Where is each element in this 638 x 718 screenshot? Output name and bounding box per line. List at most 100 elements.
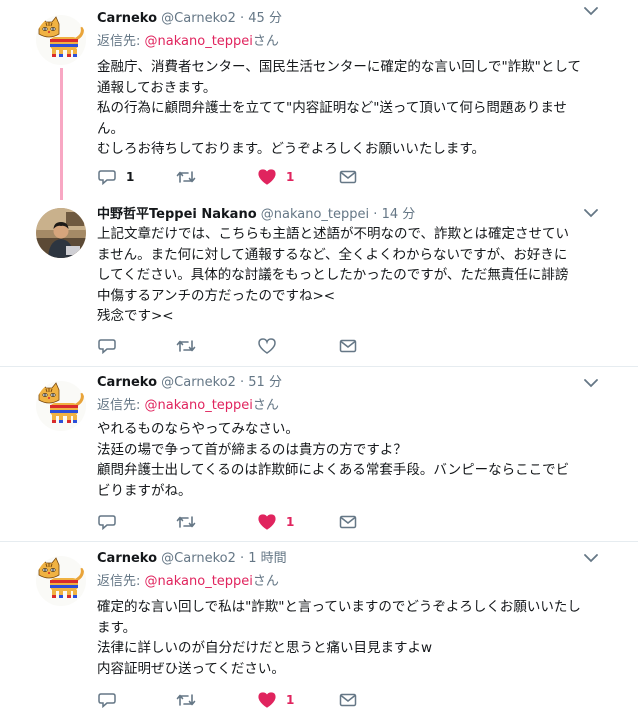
tweet-3[interactable]: Carneko @Carneko2 · 51 分 返信先: @nakano_te… xyxy=(0,367,638,541)
display-name[interactable]: Carneko xyxy=(97,551,157,566)
direct-message-button[interactable] xyxy=(339,512,357,532)
timestamp[interactable]: 51 分 xyxy=(248,375,282,390)
user-handle[interactable]: @Carneko2 xyxy=(161,375,236,390)
timestamp[interactable]: 14 分 xyxy=(382,207,416,222)
tweet-text-line: やれるものならやってみなさい。 xyxy=(97,421,299,437)
tweet-text-line: してください。具体的な討議をもっとしたかったのですが、ただ無責任に誹謗 xyxy=(97,267,569,283)
reply-to-prefix: 返信先: xyxy=(97,34,141,49)
tweet-text-line: 私の行為に顧問弁護士を立てて"内容証明など"送って頂いて何ら問題ありませ xyxy=(97,100,567,116)
separator-dot: · xyxy=(240,375,245,390)
reply-mention-link[interactable]: @nakano_teppei xyxy=(145,398,253,413)
user-handle[interactable]: @Carneko2 xyxy=(161,11,236,26)
like-count: 1 xyxy=(286,515,295,529)
like-button[interactable]: 1 xyxy=(258,690,294,710)
tweet-2[interactable]: 中野哲平Teppei Nakano @nakano_teppei · 14 分 … xyxy=(0,198,638,366)
tweet-header: Carneko @Carneko2 · 51 分 xyxy=(97,372,282,394)
reply-to-suffix: さん xyxy=(252,34,279,49)
user-handle[interactable]: @nakano_teppei xyxy=(261,207,369,222)
direct-message-button[interactable] xyxy=(339,167,357,187)
person-photo-avatar[interactable] xyxy=(36,208,86,258)
like-button[interactable] xyxy=(258,336,286,356)
reply-icon xyxy=(98,693,116,708)
tweet-text-line: 中傷するアンチの方だったのですね>< xyxy=(97,287,336,304)
tweet-actions xyxy=(98,336,458,356)
reply-icon xyxy=(98,170,116,185)
retweet-icon xyxy=(176,516,196,528)
user-handle[interactable]: @Carneko2 xyxy=(161,551,236,566)
reply-to-prefix: 返信先: xyxy=(97,398,141,413)
envelope-icon xyxy=(339,339,357,353)
conversation-timeline: Carneko @Carneko2 · 45 分 返信先: @nakano_te… xyxy=(0,0,638,718)
tweet-1[interactable]: Carneko @Carneko2 · 45 分 返信先: @nakano_te… xyxy=(0,0,638,200)
tweet-text-line: 法律に詳しいのが自分だけだと思うと痛い目見ますよw xyxy=(97,640,433,656)
display-name[interactable]: 中野哲平Teppei Nakano xyxy=(97,207,257,222)
retweet-button[interactable] xyxy=(176,512,206,532)
reply-to-suffix: さん xyxy=(252,574,279,589)
direct-message-button[interactable] xyxy=(339,690,357,710)
like-button[interactable]: 1 xyxy=(258,167,294,187)
retweet-button[interactable] xyxy=(176,336,206,356)
separator-dot: · xyxy=(240,551,245,566)
cat-avatar[interactable] xyxy=(36,381,86,431)
envelope-icon xyxy=(339,515,357,529)
tweet-text-line: 残念です>< xyxy=(97,308,174,324)
tweet-text-line: ん。 xyxy=(97,120,124,137)
tweet-text: やれるものならやってみなさい。 法廷の場で争って首が締まるのは貴方の方ですよ？ … xyxy=(97,419,602,501)
reply-count: 1 xyxy=(126,170,135,184)
reply-to-prefix: 返信先: xyxy=(97,574,141,589)
envelope-icon xyxy=(339,693,357,707)
reply-mention-link[interactable]: @nakano_teppei xyxy=(145,574,253,589)
tweet-text: 金融庁、消費者センター、国民生活センターに確定的な言い回しで"詐欺"として 通報… xyxy=(97,57,602,160)
reply-mention-link[interactable]: @nakano_teppei xyxy=(145,34,253,49)
envelope-icon xyxy=(339,170,357,184)
retweet-icon xyxy=(176,694,196,706)
tweet-text-line: むしろお待ちしております。どうぞよろしくお願いいたします。 xyxy=(97,141,485,157)
tweet-text-line: 金融庁、消費者センター、国民生活センターに確定的な言い回しで"詐欺"として xyxy=(97,59,581,75)
reply-to-line: 返信先: @nakano_teppeiさん xyxy=(97,572,279,592)
cat-avatar[interactable] xyxy=(36,15,86,65)
reply-button[interactable]: 1 xyxy=(98,167,134,187)
tweet-text-line: ます。 xyxy=(97,619,137,636)
reply-to-line: 返信先: @nakano_teppeiさん xyxy=(97,396,279,416)
tweet-4[interactable]: Carneko @Carneko2 · 1 時間 返信先: @nakano_te… xyxy=(0,542,638,718)
heart-icon xyxy=(258,169,276,185)
like-button[interactable]: 1 xyxy=(258,512,294,532)
retweet-button[interactable] xyxy=(176,167,206,187)
heart-icon xyxy=(258,692,276,708)
timestamp[interactable]: 1 時間 xyxy=(248,551,286,566)
cat-avatar[interactable] xyxy=(36,556,86,606)
tweet-header: Carneko @Carneko2 · 1 時間 xyxy=(97,548,287,570)
tweet-actions: 1 1 xyxy=(98,167,458,187)
chevron-down-icon[interactable] xyxy=(584,208,598,218)
tweet-text-line: ません。また何に対して通報するなど、全くよくわからないですが、お好きに xyxy=(97,246,568,263)
retweet-icon xyxy=(176,340,196,352)
like-count: 1 xyxy=(286,170,295,184)
tweet-text-line: ビりますがね。 xyxy=(97,482,192,499)
reply-button[interactable] xyxy=(98,690,126,710)
tweet-text-line: 確定的な言い回しで私は"詐欺"と言っていますのでどうぞよろしくお願いいたし xyxy=(97,599,581,615)
timestamp[interactable]: 45 分 xyxy=(248,11,282,26)
direct-message-button[interactable] xyxy=(339,336,357,356)
like-count: 1 xyxy=(286,693,295,707)
chevron-down-icon[interactable] xyxy=(584,6,598,16)
tweet-actions: 1 xyxy=(98,512,458,532)
retweet-button[interactable] xyxy=(176,690,206,710)
heart-icon xyxy=(258,338,276,354)
tweet-text-line: 上記文章だけでは、こちらも主語と述語が不明なので、詐欺とは確定させてい xyxy=(97,226,569,242)
tweet-header: 中野哲平Teppei Nakano @nakano_teppei · 14 分 xyxy=(97,204,415,226)
retweet-icon xyxy=(176,171,196,183)
display-name[interactable]: Carneko xyxy=(97,11,157,26)
reply-button[interactable] xyxy=(98,336,126,356)
reply-button[interactable] xyxy=(98,512,126,532)
tweet-text: 確定的な言い回しで私は"詐欺"と言っていますのでどうぞよろしくお願いいたし ます… xyxy=(97,597,602,679)
chevron-down-icon[interactable] xyxy=(584,553,598,563)
heart-icon xyxy=(258,514,276,530)
separator-dot: · xyxy=(373,207,378,222)
tweet-text-line: 法廷の場で争って首が締まるのは貴方の方ですよ？ xyxy=(97,441,407,458)
separator-dot: · xyxy=(240,11,245,26)
tweet-text-line: 顧問弁護士出してくるのは詐欺師によくある常套手段。バンピーならここでビ xyxy=(97,462,570,478)
chevron-down-icon[interactable] xyxy=(584,378,598,388)
display-name[interactable]: Carneko xyxy=(97,375,157,390)
reply-to-line: 返信先: @nakano_teppeiさん xyxy=(97,32,279,52)
tweet-header: Carneko @Carneko2 · 45 分 xyxy=(97,8,282,30)
